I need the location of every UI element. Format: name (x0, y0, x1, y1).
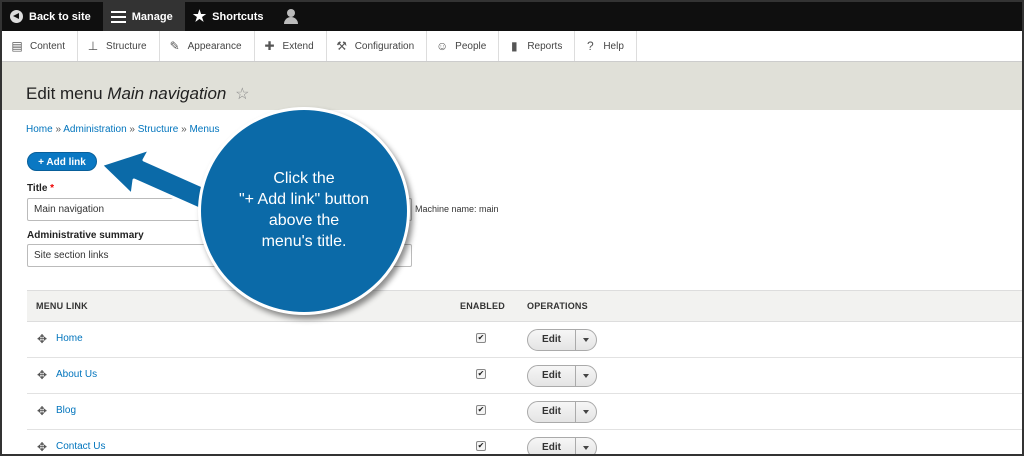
screenshot-frame: Back to site Manage ★ Shortcuts ▤ Conten… (0, 0, 1024, 456)
instruction-callout: Click the "+ Add link" button above the … (198, 107, 410, 315)
callout-text: Click the "+ Add link" button above the … (238, 170, 370, 250)
callout-arrow (99, 147, 218, 214)
